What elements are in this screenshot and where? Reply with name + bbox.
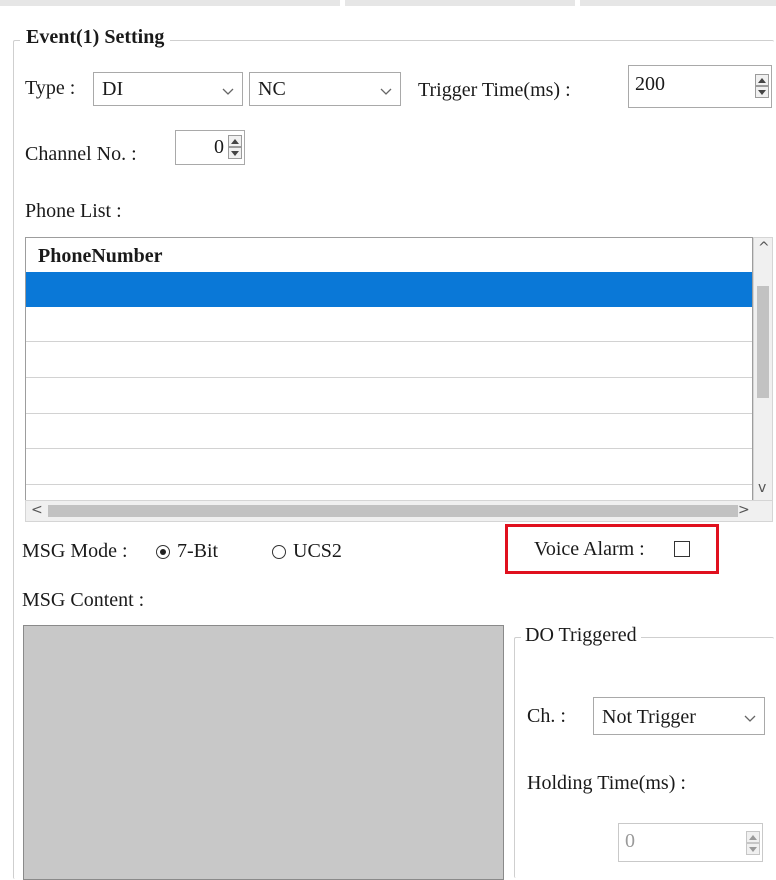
chevron-down-icon: [380, 88, 392, 95]
group-title: Event(1) Setting: [20, 26, 171, 49]
holding-time-label: Holding Time(ms) :: [527, 772, 686, 794]
holding-time-spinner[interactable]: 0: [618, 823, 763, 862]
channel-spinner[interactable]: 0: [175, 130, 245, 165]
tab-remnant-3: [580, 0, 776, 6]
table-row[interactable]: [26, 343, 752, 378]
table-row[interactable]: [26, 379, 752, 414]
channel-label: Channel No. :: [25, 143, 137, 165]
type-combo-value: DI: [102, 78, 124, 100]
horizontal-scroll-thumb[interactable]: [48, 505, 738, 517]
table-row[interactable]: [26, 450, 752, 485]
do-channel-value: Not Trigger: [602, 706, 696, 728]
type-combo[interactable]: DI: [93, 72, 243, 106]
vertical-scroll-thumb[interactable]: [757, 286, 769, 398]
chevron-down-icon: [222, 88, 234, 95]
do-triggered-title: DO Triggered: [521, 624, 641, 647]
contact-combo[interactable]: NC: [249, 72, 401, 106]
channel-value: 0: [214, 136, 224, 158]
spin-down-icon[interactable]: [746, 843, 760, 855]
do-ch-label: Ch. :: [527, 705, 566, 727]
trigger-time-spinner[interactable]: 200: [628, 65, 772, 108]
tab-remnant-2: [345, 0, 575, 6]
table-row[interactable]: [26, 272, 752, 307]
radio-ucs2[interactable]: [272, 545, 286, 559]
trigger-time-label: Trigger Time(ms) :: [418, 79, 571, 101]
msg-content-textarea[interactable]: [23, 625, 504, 880]
radio-ucs2-label[interactable]: UCS2: [293, 540, 342, 563]
spin-down-icon[interactable]: [228, 147, 242, 159]
trigger-time-value: 200: [635, 73, 665, 95]
radio-7bit[interactable]: [156, 545, 170, 559]
scroll-up-icon[interactable]: ^: [758, 240, 770, 256]
contact-combo-value: NC: [258, 78, 286, 100]
top-strip: [0, 0, 776, 12]
do-channel-combo[interactable]: Not Trigger: [593, 697, 765, 735]
spin-up-icon[interactable]: [755, 74, 769, 86]
msg-mode-label: MSG Mode :: [22, 540, 128, 562]
vertical-scrollbar[interactable]: ^ v: [753, 237, 773, 505]
table-row[interactable]: [26, 307, 752, 342]
spin-up-icon[interactable]: [228, 135, 242, 147]
msg-content-label: MSG Content :: [22, 589, 145, 611]
holding-time-value: 0: [625, 830, 635, 852]
grid-header: PhoneNumber: [26, 238, 752, 272]
spin-up-icon[interactable]: [746, 831, 760, 843]
radio-7bit-label[interactable]: 7-Bit: [177, 540, 218, 563]
horizontal-scrollbar[interactable]: < >: [25, 500, 773, 522]
phone-list-label: Phone List :: [25, 200, 122, 222]
column-header-phonenumber[interactable]: PhoneNumber: [38, 245, 162, 268]
scroll-left-icon[interactable]: <: [31, 502, 43, 518]
spin-down-icon[interactable]: [755, 86, 769, 98]
type-label: Type :: [25, 77, 76, 99]
chevron-down-icon: [744, 715, 756, 722]
phone-list-grid[interactable]: PhoneNumber: [25, 237, 753, 505]
scroll-down-icon[interactable]: v: [758, 480, 766, 496]
tab-remnant-1: [0, 0, 340, 6]
table-row[interactable]: [26, 414, 752, 449]
scroll-right-icon[interactable]: >: [738, 502, 750, 518]
voice-alarm-highlight: [505, 524, 719, 574]
